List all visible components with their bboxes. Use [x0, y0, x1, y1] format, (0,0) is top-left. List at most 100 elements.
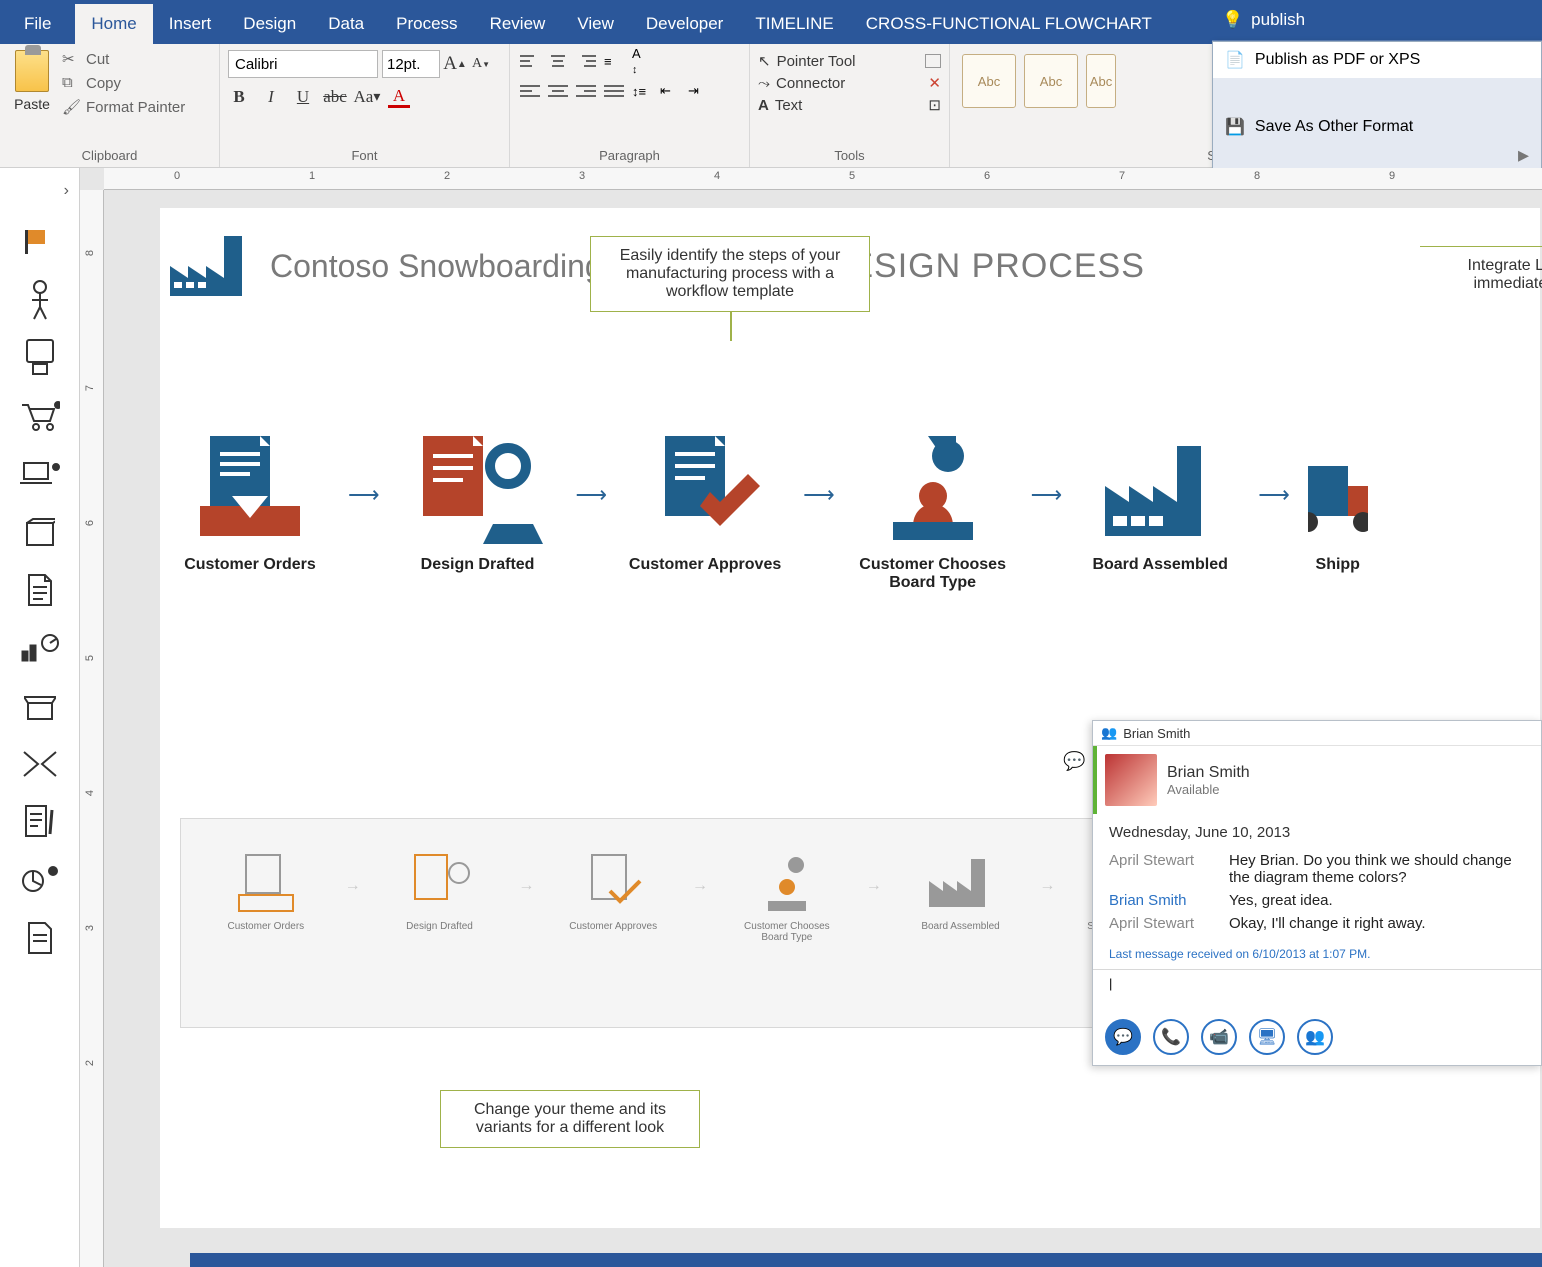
font-family-select[interactable]: [228, 50, 378, 78]
paste-button[interactable]: Paste: [8, 50, 56, 112]
lightbulb-icon: 💡: [1222, 10, 1243, 30]
align-top-left[interactable]: [518, 50, 542, 72]
brush-icon: 🖌: [62, 98, 80, 116]
align-left[interactable]: [518, 80, 542, 102]
text-height[interactable]: A↕: [630, 50, 654, 72]
flow-arrow: ⟶: [1031, 482, 1063, 508]
drawing-page[interactable]: Contoso Snowboarding CUSTOM DESIGN PROCE…: [160, 208, 1540, 1228]
chat-participants-button[interactable]: 👥: [1297, 1019, 1333, 1055]
presence-icon: 👥: [1101, 725, 1117, 741]
tab-data[interactable]: Data: [312, 4, 380, 44]
font-color-button[interactable]: A: [388, 86, 410, 108]
step-icon-orders: [190, 426, 310, 546]
v-icon: [231, 847, 301, 917]
chat-date: Wednesday, June 10, 2013: [1109, 824, 1525, 849]
align-right[interactable]: [574, 80, 598, 102]
shape-style-2[interactable]: Abc: [1024, 54, 1078, 108]
tab-developer[interactable]: Developer: [630, 4, 740, 44]
text-icon: A: [758, 97, 769, 114]
copy-icon: ⧉: [62, 74, 80, 92]
tab-process[interactable]: Process: [380, 4, 473, 44]
callout-workflow: Easily identify the steps of your manufa…: [590, 236, 870, 312]
tab-view[interactable]: View: [561, 4, 630, 44]
tellme-input[interactable]: 💡 publish: [1212, 0, 1542, 41]
variant-preview: Customer Orders → Design Drafted → Custo…: [180, 818, 1220, 1028]
chevron-right-icon: ▸: [1518, 142, 1529, 168]
chat-status: Available: [1167, 782, 1250, 797]
font-size-select[interactable]: [382, 50, 440, 78]
stencil-flag[interactable]: [18, 220, 62, 264]
chat-call-button[interactable]: 📞: [1153, 1019, 1189, 1055]
inc-indent[interactable]: ⇥: [686, 80, 710, 102]
stencil-box[interactable]: [18, 510, 62, 554]
line-spacing[interactable]: ↕≡: [630, 80, 654, 102]
collapse-shapes[interactable]: ›: [54, 176, 79, 206]
stencil-person[interactable]: [18, 278, 62, 322]
factory-icon: [170, 236, 242, 296]
step-icon-assembled: [1095, 426, 1225, 546]
strike-button[interactable]: abc: [324, 86, 346, 108]
chat-contact-name: Brian Smith: [1167, 764, 1250, 782]
increase-font-icon[interactable]: A▲: [444, 53, 466, 75]
stencil-open-box[interactable]: [18, 684, 62, 728]
align-top-center[interactable]: [546, 50, 570, 72]
chat-present-button[interactable]: 🖥: [1249, 1019, 1285, 1055]
shape-style-1[interactable]: Abc: [962, 54, 1016, 108]
flow-arrow: ⟶: [576, 482, 608, 508]
company-name: Contoso Snowboarding: [270, 248, 603, 285]
canvas[interactable]: 0 1 2 3 4 5 6 7 8 9 8 7 6 5 4 3 2 Contos…: [80, 168, 1542, 1267]
save-icon: 💾: [1225, 117, 1245, 137]
chat-bubble-icon[interactable]: 💬: [1063, 751, 1085, 772]
pointer-tool[interactable]: ↖Pointer Tool: [758, 50, 941, 72]
stencil-kiosk[interactable]: [18, 336, 62, 380]
tab-insert[interactable]: Insert: [153, 4, 228, 44]
scissors-icon: ✂: [62, 50, 80, 68]
stencil-pie-person[interactable]: [18, 858, 62, 902]
tellme-save-other[interactable]: 💾Save As Other Format▸: [1213, 78, 1541, 176]
bullets-button[interactable]: ≡: [602, 50, 626, 72]
cut-button[interactable]: ✂Cut: [62, 50, 185, 68]
tab-design[interactable]: Design: [227, 4, 312, 44]
font-label: Font: [228, 146, 501, 163]
stencil-laptop-person[interactable]: [18, 452, 62, 496]
chat-input[interactable]: |: [1093, 969, 1541, 1009]
ruler-horizontal: 0 1 2 3 4 5 6 7 8 9: [104, 168, 1542, 190]
step-icon-approve: [645, 426, 765, 546]
stencil-chart[interactable]: [18, 626, 62, 670]
tab-home[interactable]: Home: [75, 4, 152, 44]
lync-chat-window[interactable]: 👥Brian Smith 💬 Brian Smith Available Wed…: [1092, 720, 1542, 1066]
tab-file[interactable]: File: [0, 4, 75, 44]
text-tool[interactable]: AText⊡: [758, 94, 941, 116]
chat-im-button[interactable]: 💬: [1105, 1019, 1141, 1055]
stencil-doc2[interactable]: [18, 916, 62, 960]
stencil-doc[interactable]: [18, 568, 62, 612]
status-bar: [190, 1253, 1542, 1267]
align-top-right[interactable]: [574, 50, 598, 72]
connector-tool[interactable]: ⤳Connector✕: [758, 72, 941, 94]
copy-button[interactable]: ⧉Copy: [62, 74, 185, 92]
stencil-doc-pen[interactable]: [18, 800, 62, 844]
italic-button[interactable]: I: [260, 86, 282, 108]
stencil-cart-person[interactable]: [18, 394, 62, 438]
chat-title-bar[interactable]: 👥Brian Smith: [1093, 721, 1541, 746]
dec-indent[interactable]: ⇤: [658, 80, 682, 102]
cursor-icon: ↖: [758, 52, 771, 70]
callout-theme: Change your theme and its variants for a…: [440, 1090, 700, 1148]
flow-arrow: ⟶: [1258, 482, 1290, 508]
tab-cross-functional[interactable]: CROSS-FUNCTIONAL FLOWCHART: [850, 4, 1168, 44]
stencil-arrows-cross[interactable]: [18, 742, 62, 786]
decrease-font-icon[interactable]: A▼: [470, 53, 492, 75]
shape-style-3[interactable]: Abc: [1086, 54, 1116, 108]
align-center[interactable]: [546, 80, 570, 102]
ruler-vertical: 8 7 6 5 4 3 2: [80, 190, 104, 1267]
underline-button[interactable]: U: [292, 86, 314, 108]
tellme-publish-pdf[interactable]: 📄Publish as PDF or XPS: [1213, 42, 1541, 78]
format-painter-button[interactable]: 🖌Format Painter: [62, 98, 185, 116]
justify[interactable]: [602, 80, 626, 102]
chat-video-button[interactable]: 📹: [1201, 1019, 1237, 1055]
bold-button[interactable]: B: [228, 86, 250, 108]
case-button[interactable]: Aa▾: [356, 86, 378, 108]
paragraph-label: Paragraph: [518, 146, 741, 163]
tab-timeline[interactable]: TIMELINE: [739, 4, 849, 44]
tab-review[interactable]: Review: [474, 4, 562, 44]
